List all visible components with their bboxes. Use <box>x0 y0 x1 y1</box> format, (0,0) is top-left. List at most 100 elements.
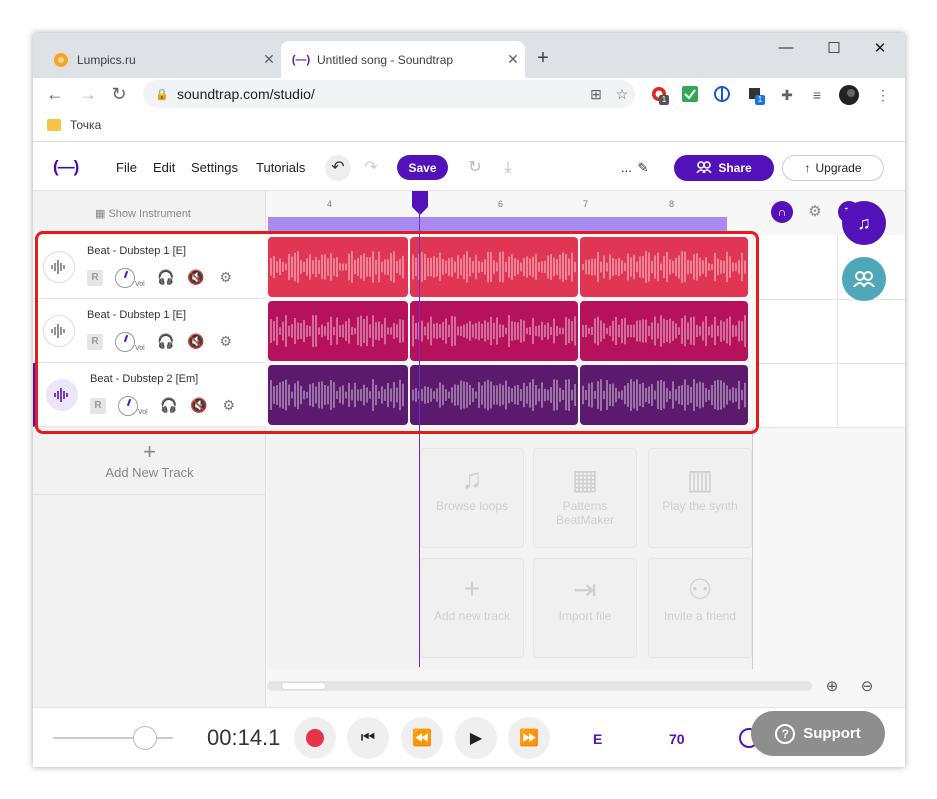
track-name[interactable]: Beat - Dubstep 2 [Em] <box>90 373 198 385</box>
star-icon[interactable]: ☆ <box>609 86 635 103</box>
track-header[interactable]: Beat - Dubstep 1 [E] R Vol 🎧 🔇 ⚙ <box>33 299 266 363</box>
record-icon <box>306 729 324 747</box>
refresh-icon[interactable]: ↻ <box>463 156 487 180</box>
volume-knob[interactable] <box>118 395 138 416</box>
menu-edit[interactable]: Edit <box>153 160 175 175</box>
support-label: Support <box>803 725 861 742</box>
extension-check-icon[interactable] <box>680 85 700 105</box>
lock-icon: 🔒 <box>155 88 169 101</box>
volume-slider-thumb[interactable] <box>133 726 157 750</box>
effects-icon[interactable]: ⚙ <box>220 397 238 414</box>
media-control-icon[interactable]: ≡ <box>807 85 827 105</box>
download-icon[interactable]: ⤓ <box>496 156 520 180</box>
playhead-handle[interactable] <box>412 191 428 215</box>
master-volume-slider[interactable] <box>53 726 173 750</box>
mute-icon[interactable]: 🔇 <box>190 397 208 414</box>
upgrade-button[interactable]: ↑ Upgrade <box>782 155 884 181</box>
add-new-track-button[interactable]: + Add New Track <box>33 435 266 495</box>
track-header[interactable]: Beat - Dubstep 1 [E] R Vol 🎧 🔇 ⚙ <box>33 235 266 299</box>
record-arm-button[interactable]: R <box>90 397 106 414</box>
settings-gear-icon[interactable]: ⚙ <box>804 201 826 223</box>
add-user-icon: ⚇ <box>687 574 713 605</box>
scrollbar-thumb[interactable] <box>281 682 326 690</box>
browser-toolbar: ← → ↻ 🔒 soundtrap.com/studio/ ⊞ ☆ 1 1 ✚ … <box>33 78 905 112</box>
skip-start-icon: ⏮ <box>360 729 376 746</box>
skip-to-start-button[interactable]: ⏮ <box>347 717 389 759</box>
zoom-out-icon[interactable]: ⊖ <box>857 677 877 695</box>
extension-cube-icon[interactable]: 1 <box>745 85 765 105</box>
profile-avatar[interactable] <box>839 85 859 105</box>
play-button[interactable]: ▶ <box>455 717 497 759</box>
reload-icon[interactable]: ↻ <box>107 84 131 105</box>
horizontal-scrollbar[interactable] <box>267 681 812 691</box>
add-new-track-card[interactable]: + Add new track <box>420 558 524 658</box>
undo-icon[interactable]: ↶ <box>325 155 351 181</box>
headphones-icon[interactable]: 🎧 <box>160 397 178 414</box>
minimize-icon[interactable]: — <box>771 39 801 56</box>
rewind-button[interactable]: ⏪ <box>401 717 443 759</box>
extension-opera-icon[interactable]: 1 <box>649 85 669 105</box>
soundtrap-logo[interactable]: (—) <box>53 157 79 177</box>
support-button[interactable]: ? Support <box>751 711 885 756</box>
tempo-value[interactable]: 70 <box>669 731 685 747</box>
show-instrument-button[interactable]: ▦ Show Instrument <box>95 207 191 220</box>
zoom-in-icon[interactable]: ⊕ <box>822 677 842 695</box>
track-header-selected[interactable]: Beat - Dubstep 2 [Em] R Vol 🎧 🔇 ⚙ <box>33 363 266 427</box>
translate-icon[interactable]: ⊞ <box>583 86 609 103</box>
forward-icon[interactable]: → <box>76 84 100 105</box>
collaborate-fab-icon[interactable] <box>842 257 886 301</box>
loop-region[interactable] <box>268 217 727 231</box>
close-icon[interactable]: ✕ <box>501 51 525 68</box>
app-header: (—) File Edit Settings Tutorials ↶ ↷ Sav… <box>33 143 905 191</box>
play-icon: ▶ <box>469 730 483 747</box>
import-file-card[interactable]: ⇥ Import file <box>533 558 637 658</box>
track-name[interactable]: Beat - Dubstep 1 [E] <box>87 309 186 321</box>
tab-lumpics[interactable]: Lumpics.ru ✕ <box>41 41 281 78</box>
browse-loops-card[interactable]: ♫ Browse loops <box>420 448 524 548</box>
menu-settings[interactable]: Settings <box>191 160 238 175</box>
volume-knob[interactable] <box>115 267 135 288</box>
headphones-icon[interactable]: 🎧 <box>157 333 175 350</box>
loops-fab-icon[interactable]: ♫ <box>842 201 886 245</box>
collaborators-icon <box>696 160 712 176</box>
pencil-icon[interactable]: ✎ <box>631 156 655 180</box>
mute-icon[interactable]: 🔇 <box>187 333 205 350</box>
track-name[interactable]: Beat - Dubstep 1 [E] <box>87 245 186 257</box>
address-bar[interactable]: 🔒 soundtrap.com/studio/ ⊞ ☆ <box>143 80 635 108</box>
url-text[interactable]: soundtrap.com/studio/ <box>177 86 583 102</box>
fast-forward-icon: ⏩ <box>519 730 539 747</box>
key-selector[interactable]: E <box>593 731 602 747</box>
fast-forward-button[interactable]: ⏩ <box>508 717 550 759</box>
timeline[interactable]: 4 5 6 7 8 ♫ Browse loops ▦ Patterns Beat… <box>267 191 905 707</box>
record-button[interactable] <box>294 717 336 759</box>
save-button[interactable]: Save <box>397 155 448 180</box>
magnet-icon[interactable]: ∩ <box>771 201 793 223</box>
waveform <box>582 379 746 411</box>
title-bar: Lumpics.ru ✕ (—) Untitled song - Soundtr… <box>33 33 905 78</box>
record-arm-button[interactable]: R <box>87 333 103 350</box>
back-icon[interactable]: ← <box>43 84 67 105</box>
clip-area[interactable] <box>267 235 757 428</box>
browser-menu-icon[interactable]: ⋮ <box>873 85 893 105</box>
close-icon[interactable]: ✕ <box>257 51 281 68</box>
menu-file[interactable]: File <box>116 160 137 175</box>
extensions-puzzle-icon[interactable]: ✚ <box>777 85 797 105</box>
patterns-beatmaker-card[interactable]: ▦ Patterns BeatMaker <box>533 448 637 548</box>
invite-friend-card[interactable]: ⚇ Invite a friend <box>648 558 752 658</box>
extension-vpn-icon[interactable] <box>712 85 732 105</box>
bookmark-folder[interactable]: Точка <box>47 118 101 132</box>
record-arm-button[interactable]: R <box>87 269 103 286</box>
play-synth-card[interactable]: ▥ Play the synth <box>648 448 752 548</box>
tab-soundtrap[interactable]: (—) Untitled song - Soundtrap ✕ <box>281 41 525 78</box>
menu-tutorials[interactable]: Tutorials <box>256 160 305 175</box>
volume-knob[interactable] <box>115 331 135 352</box>
redo-icon[interactable]: ↷ <box>359 156 383 180</box>
mute-icon[interactable]: 🔇 <box>187 269 205 286</box>
new-tab-button[interactable]: + <box>531 47 555 70</box>
effects-icon[interactable]: ⚙ <box>217 269 235 286</box>
share-button[interactable]: Share <box>674 155 774 181</box>
window-close-icon[interactable]: ✕ <box>865 39 895 57</box>
effects-icon[interactable]: ⚙ <box>217 333 235 350</box>
maximize-icon[interactable]: ☐ <box>819 39 849 57</box>
headphones-icon[interactable]: 🎧 <box>157 269 175 286</box>
